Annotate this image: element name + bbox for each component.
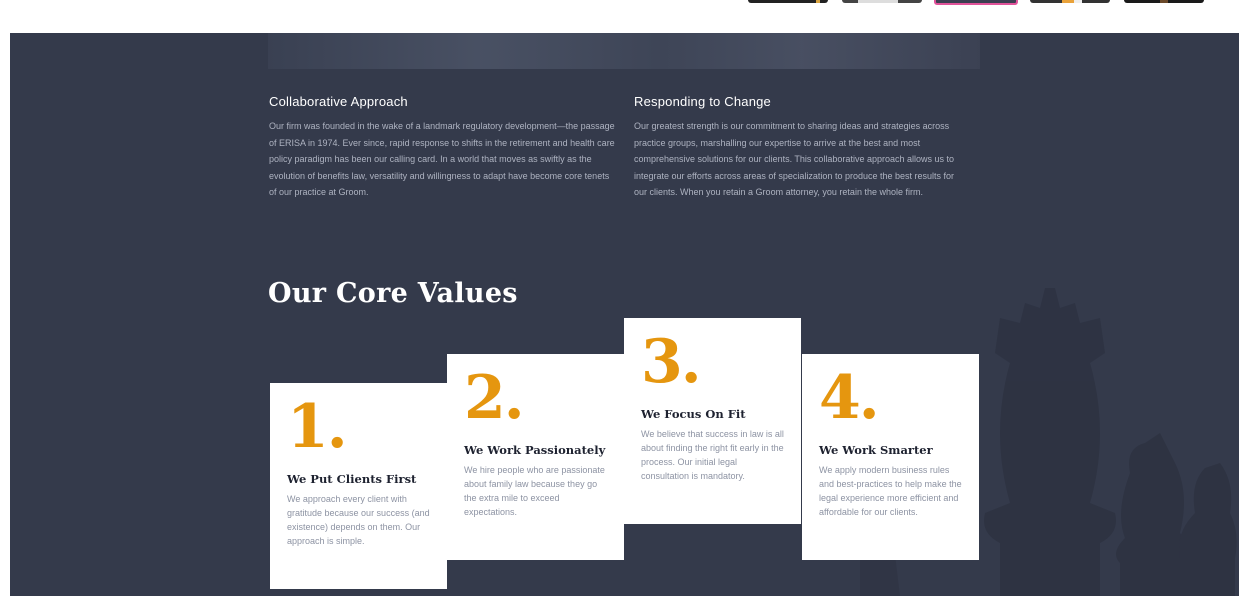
theme-thumbnail[interactable] [1124, 0, 1204, 3]
card-title: We Put Clients First [287, 472, 417, 486]
page-content: Collaborative Approach Our firm was foun… [10, 33, 1239, 596]
card-title: We Work Passionately [464, 443, 606, 457]
responding-to-change-text: Our greatest strength is our commitment … [634, 121, 955, 198]
card-text: We believe that success in law is all ab… [641, 429, 784, 481]
theme-thumbnail[interactable] [1030, 0, 1110, 3]
card-text: We hire people who are passionate about … [464, 465, 605, 517]
theme-thumbnail[interactable] [842, 0, 922, 3]
hero-image [268, 33, 980, 69]
core-value-card: 3. We Focus On Fit We believe that succe… [624, 318, 801, 524]
core-value-card: 1. We Put Clients First We approach ever… [270, 383, 447, 589]
responding-to-change-title: Responding to Change [634, 94, 771, 109]
card-number: 2. [464, 363, 525, 433]
card-title: We Focus On Fit [641, 407, 746, 421]
theme-thumbnail-selected[interactable] [934, 0, 1018, 5]
scrollbar[interactable] [1239, 33, 1254, 596]
card-text: We approach every client with gratitude … [287, 494, 430, 546]
core-value-card: 2. We Work Passionately We hire people w… [447, 354, 624, 560]
card-number: 3. [641, 327, 702, 397]
card-number: 1. [287, 392, 348, 462]
collaborative-approach-title: Collaborative Approach [269, 94, 408, 109]
collaborative-approach-text: Our firm was founded in the wake of a la… [269, 121, 615, 198]
theme-thumbnail[interactable] [748, 0, 828, 3]
core-value-card: 4. We Work Smarter We apply modern busin… [802, 354, 979, 560]
card-number: 4. [819, 363, 880, 433]
card-text: We apply modern business rules and best-… [819, 465, 962, 517]
top-bar [0, 0, 1254, 33]
core-values-heading: Our Core Values [268, 278, 518, 309]
card-title: We Work Smarter [819, 443, 933, 457]
